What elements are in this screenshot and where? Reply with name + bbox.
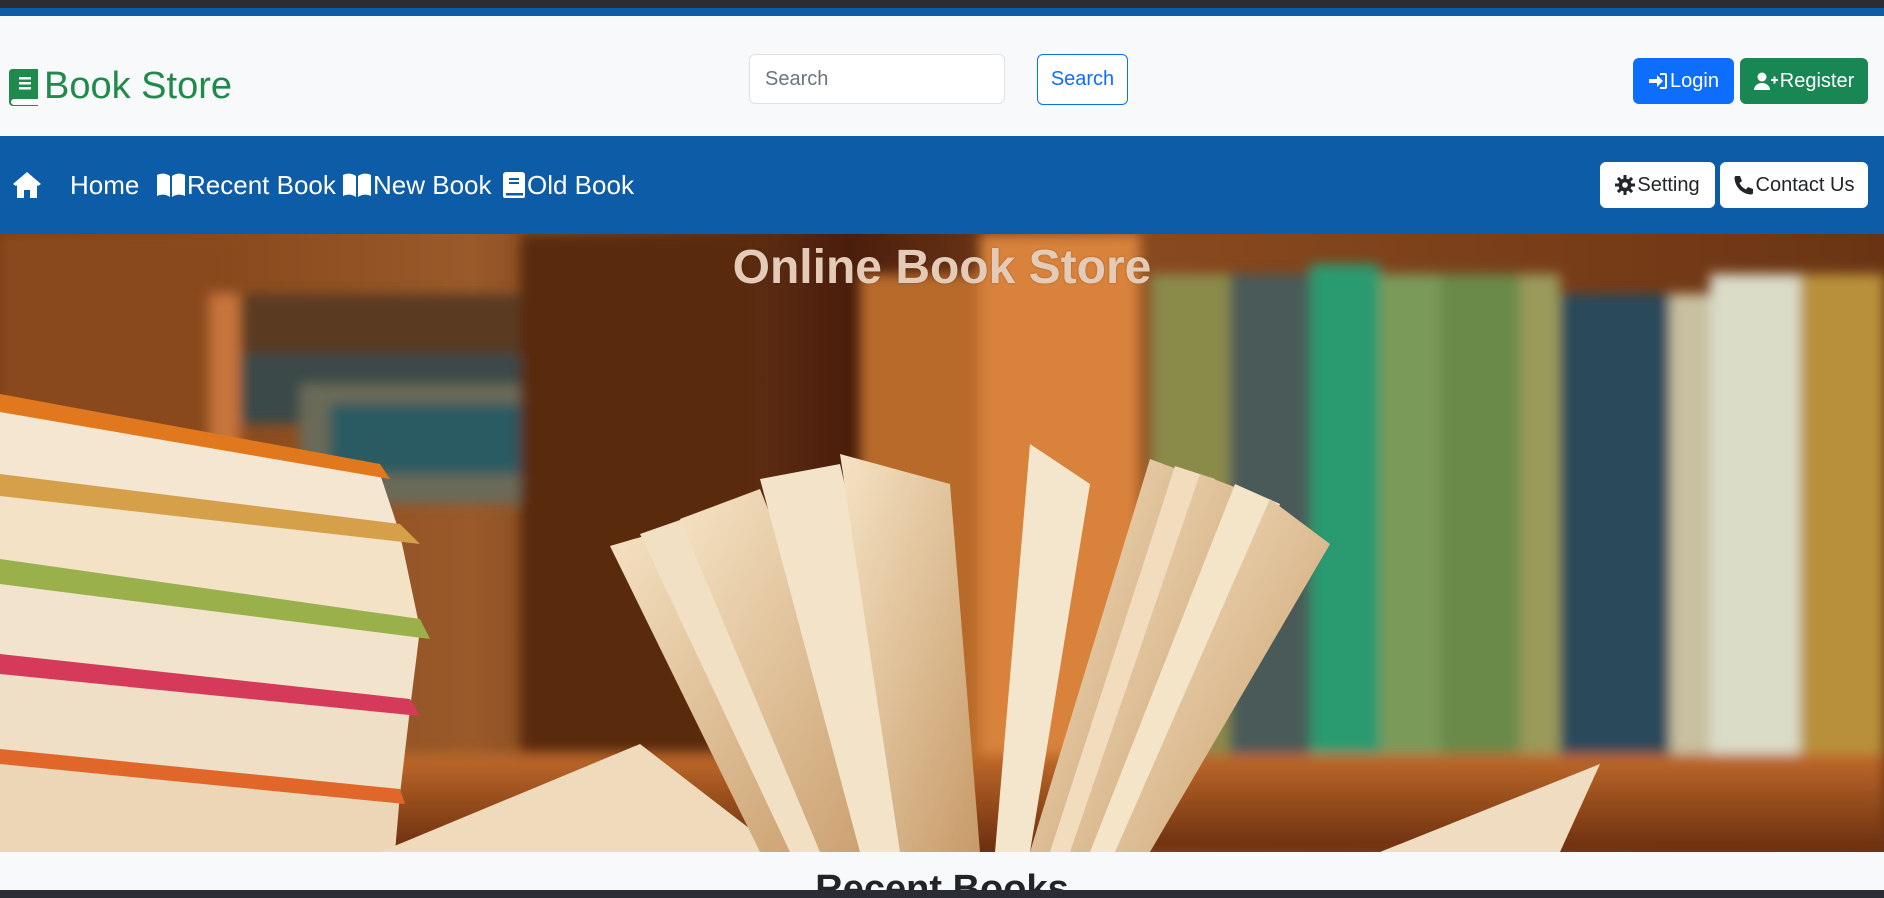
nav-item-label: Recent Book	[187, 169, 336, 200]
nav-item-new-book[interactable]: New Book	[342, 136, 492, 234]
hero-banner: Online Book Store	[0, 234, 1884, 852]
hero-title: Online Book Store	[732, 241, 1152, 294]
register-label: Register	[1779, 69, 1855, 92]
open-book-icon	[343, 173, 371, 197]
setting-label: Setting	[1637, 173, 1700, 196]
nav-item-home[interactable]: Home	[70, 136, 139, 234]
brand-name: Book Store	[44, 64, 232, 107]
nav-item-label: New Book	[373, 169, 492, 200]
register-button[interactable]: Register	[1740, 58, 1868, 104]
gear-icon	[1615, 175, 1636, 195]
page: Book Store Search Login Register Home	[0, 8, 1884, 890]
open-book-icon	[157, 173, 185, 197]
login-button[interactable]: Login	[1633, 58, 1734, 104]
brand-logo[interactable]: Book Store	[8, 58, 232, 114]
search-button[interactable]: Search	[1037, 54, 1128, 105]
nav-item-label: Old Book	[527, 169, 634, 200]
book-icon	[8, 69, 38, 106]
nav-item-label: Home	[70, 169, 140, 200]
hero-bookshelf-image	[0, 234, 1884, 852]
contact-label: Contact Us	[1755, 173, 1855, 196]
nav-item-recent-book[interactable]: Recent Book	[156, 136, 336, 234]
search-input[interactable]	[749, 54, 1005, 104]
nav-item-old-book[interactable]: Old Book	[502, 136, 634, 234]
user-plus-icon	[1753, 72, 1778, 90]
book-icon	[503, 172, 525, 198]
login-label: Login	[1670, 69, 1719, 92]
nav-home-icon-link[interactable]	[12, 136, 43, 234]
phone-icon	[1734, 176, 1753, 195]
setting-button[interactable]: Setting	[1600, 162, 1715, 208]
contact-us-button[interactable]: Contact Us	[1720, 162, 1868, 208]
top-accent-bar	[0, 8, 1884, 16]
home-icon	[13, 172, 41, 198]
sign-in-icon	[1649, 73, 1668, 89]
recent-books-heading: Recent Books	[815, 868, 1069, 890]
